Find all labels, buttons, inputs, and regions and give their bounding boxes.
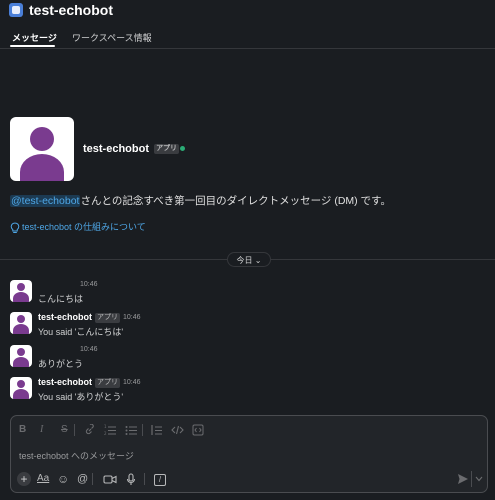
message-timestamp[interactable]: 10:46 <box>80 346 98 353</box>
dm-title[interactable]: test-echobot <box>29 2 113 18</box>
toolbar-divider <box>144 473 145 485</box>
blockquote-icon[interactable] <box>151 424 163 436</box>
bold-button[interactable]: B <box>19 424 26 436</box>
message-timestamp[interactable]: 10:46 <box>80 281 98 288</box>
chevron-down-icon: ⌄ <box>254 256 262 265</box>
format-toggle-button[interactable]: Aa <box>37 472 49 486</box>
video-icon[interactable] <box>103 474 117 485</box>
send-icon[interactable] <box>457 473 469 485</box>
lightbulb-icon <box>10 222 20 233</box>
app-badge: アプリ <box>95 378 120 388</box>
message-input[interactable]: test-echobot へのメッセージ <box>19 449 134 462</box>
italic-button[interactable]: I <box>40 424 43 436</box>
date-divider-line-right <box>271 259 495 260</box>
date-label: 今日 <box>236 256 253 265</box>
bot-name-label[interactable]: test-echobot <box>83 143 149 155</box>
how-it-works-link[interactable]: test-echobot の仕組みについて <box>10 220 146 234</box>
code-icon[interactable] <box>171 424 184 436</box>
dm-intro-text: @test-echobotさんとの記念すべき第一回目のダイレクトメッセージ (D… <box>10 193 391 208</box>
toolbar-divider <box>142 424 143 436</box>
message-timestamp[interactable]: 10:46 <box>123 314 141 321</box>
link-icon[interactable] <box>84 424 96 436</box>
message-composer[interactable]: B I S 1 2 test-echobot へのメッセージ + Aa ☺ @ … <box>10 415 488 493</box>
mention-icon[interactable]: @ <box>77 472 88 486</box>
message-text: You said 'こんにちは' <box>38 327 124 337</box>
message-sender[interactable]: test-echobot <box>38 312 92 322</box>
toolbar-divider <box>92 473 93 485</box>
date-jump-button[interactable]: 今日 ⌄ <box>227 252 271 267</box>
message-text: ありがとう <box>38 359 84 369</box>
bot-avatar[interactable] <box>10 377 32 399</box>
workspace-app-icon <box>9 3 23 17</box>
emoji-icon[interactable]: ☺ <box>57 472 69 486</box>
bot-avatar-large[interactable] <box>10 117 74 181</box>
date-divider-line-left <box>0 259 227 260</box>
app-badge: アプリ <box>154 144 180 155</box>
user-avatar[interactable] <box>10 280 32 302</box>
active-tab-indicator <box>10 45 55 47</box>
chevron-down-icon[interactable] <box>475 476 483 482</box>
bulleted-list-icon[interactable] <box>125 424 137 436</box>
message-text: You said 'ありがとう' <box>38 392 124 402</box>
svg-text:2: 2 <box>104 431 107 436</box>
send-button-group <box>457 471 485 487</box>
online-status-icon <box>180 146 185 151</box>
message-text: こんにちは <box>38 294 84 304</box>
add-attachment-button[interactable]: + <box>17 472 31 486</box>
message-sender[interactable]: test-echobot <box>38 377 92 387</box>
code-block-icon[interactable] <box>192 424 204 436</box>
microphone-icon[interactable] <box>126 473 136 486</box>
send-divider <box>471 471 472 487</box>
toolbar-divider <box>74 424 75 436</box>
bot-mention[interactable]: @test-echobot <box>10 195 81 207</box>
message-timestamp[interactable]: 10:46 <box>123 379 141 386</box>
slash-command-icon[interactable]: / <box>154 474 166 486</box>
svg-text:1: 1 <box>104 424 107 429</box>
strikethrough-button[interactable]: S <box>61 424 68 436</box>
tab-workspace-info[interactable]: ワークスペース情報 <box>72 31 152 44</box>
bot-avatar[interactable] <box>10 312 32 334</box>
app-badge: アプリ <box>95 313 120 323</box>
user-avatar[interactable] <box>10 345 32 367</box>
tab-messages[interactable]: メッセージ <box>12 31 57 44</box>
bot-name[interactable]: test-echobot アプリ <box>83 143 180 155</box>
intro-body: さんとの記念すべき第一回目のダイレクトメッセージ (DM) です。 <box>80 195 392 207</box>
ordered-list-icon[interactable]: 1 2 <box>104 424 116 436</box>
channel-header: test-echobot メッセージ ワークスペース情報 <box>0 0 495 49</box>
how-it-works-label[interactable]: test-echobot の仕組みについて <box>22 222 146 232</box>
